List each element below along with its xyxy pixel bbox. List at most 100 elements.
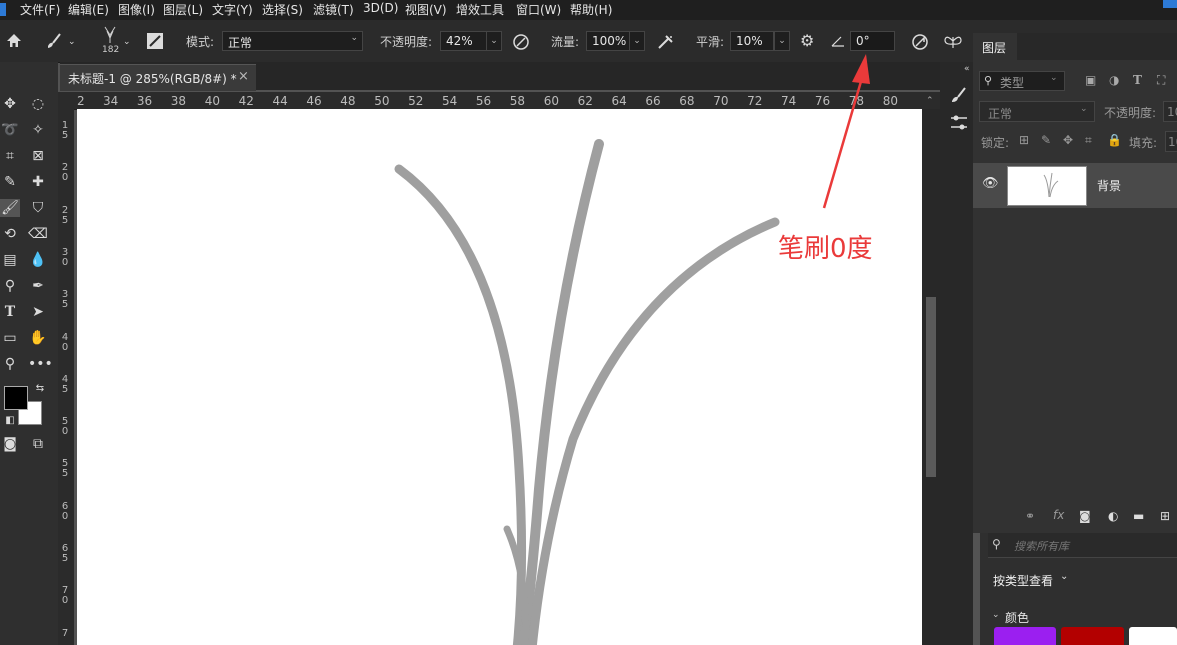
menu-3d[interactable]: 3D(D): [363, 1, 398, 15]
menu-type[interactable]: 文字(Y): [212, 1, 253, 18]
app-logo-icon[interactable]: [0, 3, 6, 16]
lock-transparent-icon[interactable]: ⊞: [1019, 133, 1029, 147]
lock-image-icon[interactable]: ✎: [1041, 133, 1051, 147]
library-search-input[interactable]: ⚲ 搜索所有库: [988, 533, 1177, 558]
pressure-size-icon[interactable]: [911, 33, 929, 51]
layer-filter-select[interactable]: ⚲ 类型 ⌄: [979, 71, 1065, 91]
filter-chevron-icon: ⌄: [1050, 73, 1058, 83]
adjustments-sliders-icon[interactable]: [949, 114, 969, 132]
scroll-up-icon[interactable]: ⌃: [926, 96, 934, 106]
mode-select[interactable]: 正常 ⌄: [222, 31, 363, 51]
view-by-type-chevron-icon[interactable]: ⌄: [1060, 571, 1068, 582]
fill-label: 填充:: [1129, 136, 1158, 150]
new-layer-icon[interactable]: ⊞: [1160, 509, 1170, 523]
layer-visibility-eye-icon[interactable]: 👁: [982, 176, 999, 191]
history-brush-tool-icon[interactable]: ⟲: [0, 225, 20, 243]
flow-dropdown-icon[interactable]: ⌄: [629, 31, 645, 51]
smoothing-input[interactable]: 10%: [730, 31, 774, 51]
menu-layer[interactable]: 图层(L): [163, 1, 203, 18]
canvas-vertical-scrollbar[interactable]: [922, 109, 940, 645]
document-close-icon[interactable]: ×: [238, 69, 249, 84]
frame-tool-icon[interactable]: ⊠: [28, 147, 48, 165]
layer-name[interactable]: 背景: [1097, 177, 1121, 194]
lock-position-icon[interactable]: ✥: [1063, 133, 1073, 147]
screen-mode-icon[interactable]: ⧉: [28, 435, 48, 453]
home-icon[interactable]: [6, 33, 22, 49]
path-selection-tool-icon[interactable]: ➤: [28, 303, 48, 321]
menu-help[interactable]: 帮助(H): [570, 1, 612, 18]
collapse-panels-icon[interactable]: «: [964, 64, 970, 74]
type-tool-icon[interactable]: T: [0, 303, 20, 321]
menu-window[interactable]: 窗口(W): [516, 1, 561, 18]
lock-artboard-icon[interactable]: ⌗: [1085, 133, 1092, 148]
color-swatch-white[interactable]: [1129, 627, 1177, 645]
menu-edit[interactable]: 编辑(E): [68, 1, 109, 18]
rectangle-tool-icon[interactable]: ▭: [0, 329, 20, 347]
clone-stamp-tool-icon[interactable]: ⛉: [28, 199, 48, 217]
brush-tool-icon[interactable]: [44, 32, 64, 50]
new-group-folder-icon[interactable]: ▬: [1133, 509, 1144, 523]
layers-tab[interactable]: 图层: [982, 39, 1006, 56]
airbrush-icon[interactable]: [656, 33, 676, 51]
smoothing-options-gear-icon[interactable]: ⚙: [800, 33, 814, 49]
filter-pixel-icon[interactable]: ▣: [1085, 73, 1096, 87]
menu-file[interactable]: 文件(F): [20, 1, 60, 18]
magic-wand-tool-icon[interactable]: ✧: [28, 121, 48, 139]
dodge-tool-icon[interactable]: ⚲: [0, 277, 20, 295]
color-swatch-red[interactable]: [1061, 627, 1124, 645]
scrollbar-thumb[interactable]: [926, 297, 936, 477]
layer-opacity-label: 不透明度:: [1104, 106, 1157, 120]
zoom-tool-icon[interactable]: ⚲: [0, 355, 20, 373]
fill-input[interactable]: 10: [1165, 131, 1177, 152]
menu-select[interactable]: 选择(S): [262, 1, 303, 18]
move-tool-icon[interactable]: ✥: [0, 95, 20, 113]
layer-opacity-input[interactable]: 10: [1163, 101, 1177, 122]
document-canvas[interactable]: [77, 109, 922, 645]
colors-collapse-chevron-icon[interactable]: ⌄: [992, 610, 1000, 620]
pressure-opacity-icon[interactable]: [512, 33, 530, 51]
crop-tool-icon[interactable]: ⌗: [0, 147, 20, 165]
filter-shape-icon[interactable]: ⛶: [1157, 73, 1165, 88]
eyedropper-tool-icon[interactable]: ✎: [0, 173, 20, 191]
brush-preset-chevron-icon[interactable]: ⌄: [123, 34, 131, 50]
view-by-type-dropdown[interactable]: 按类型查看: [993, 572, 1053, 589]
menu-view[interactable]: 视图(V): [405, 1, 447, 18]
symmetry-butterfly-icon[interactable]: [943, 33, 963, 51]
lasso-tool-icon[interactable]: ➰: [0, 121, 20, 139]
filter-type-icon[interactable]: T: [1133, 73, 1142, 87]
lock-all-icon[interactable]: 🔒: [1107, 133, 1122, 147]
new-adjustment-icon[interactable]: ◐: [1108, 509, 1118, 523]
marquee-tool-icon[interactable]: ◌: [28, 95, 48, 113]
quick-mask-icon[interactable]: ◙: [0, 435, 20, 453]
gradient-tool-icon[interactable]: ▤: [0, 251, 20, 269]
smoothing-dropdown-icon[interactable]: ⌄: [774, 31, 790, 51]
document-tab[interactable]: 未标题-1 @ 285%(RGB/8#) * ×: [60, 64, 256, 91]
filter-adjustment-icon[interactable]: ◑: [1109, 73, 1119, 87]
flow-input[interactable]: 100%: [586, 31, 630, 51]
healing-brush-tool-icon[interactable]: ✚: [28, 173, 48, 191]
blend-mode-select[interactable]: 正常 ⌄: [979, 101, 1095, 122]
color-swatch-purple[interactable]: [994, 627, 1056, 645]
layer-fx-icon[interactable]: fx: [1053, 508, 1064, 522]
blur-tool-icon[interactable]: 💧: [28, 251, 48, 269]
more-tools-icon[interactable]: •••: [28, 355, 53, 373]
eraser-tool-icon[interactable]: ⌫: [28, 225, 48, 243]
opacity-input[interactable]: 42%: [440, 31, 487, 51]
menu-image[interactable]: 图像(I): [118, 1, 155, 18]
foreground-color-swatch[interactable]: [4, 386, 28, 410]
add-mask-icon[interactable]: ◙: [1079, 509, 1091, 523]
hand-tool-icon[interactable]: ✋: [28, 329, 48, 347]
tool-preset-chevron-icon[interactable]: ⌄: [68, 34, 76, 50]
link-layers-icon[interactable]: ⚭: [1025, 509, 1035, 523]
brush-preset-icon[interactable]: [102, 26, 118, 44]
brush-settings-icon[interactable]: [949, 86, 969, 104]
ruler-tick-label: 35: [61, 289, 69, 311]
opacity-dropdown-icon[interactable]: ⌄: [486, 31, 502, 51]
pen-tool-icon[interactable]: ✒: [28, 277, 48, 295]
swap-colors-icon[interactable]: ⇆: [30, 380, 50, 398]
menu-plugins[interactable]: 增效工具: [456, 1, 504, 18]
menu-filter[interactable]: 滤镜(T): [313, 1, 354, 18]
brush-settings-panel-icon[interactable]: [146, 32, 164, 50]
default-colors-icon[interactable]: ◧: [0, 412, 20, 430]
brush-tool-selected-icon[interactable]: 🖌: [0, 199, 20, 217]
